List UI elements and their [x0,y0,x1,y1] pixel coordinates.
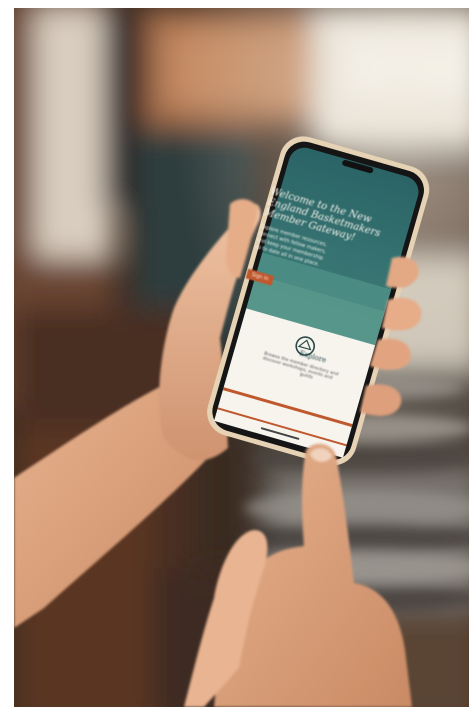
photo [14,8,469,707]
photo-scene [14,8,469,707]
